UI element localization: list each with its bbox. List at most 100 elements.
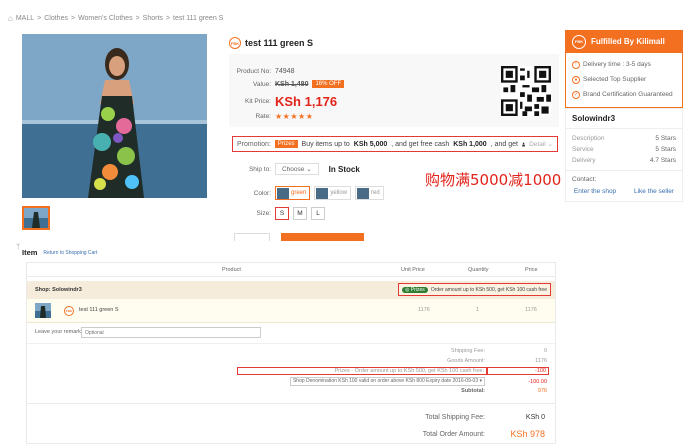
shop-label: Shop: Solowindr3 xyxy=(35,287,82,293)
ship-label: Ship to: xyxy=(248,165,271,173)
product-thumbnail[interactable] xyxy=(22,206,50,230)
fulfilled-item-text: Selected Top Supplier xyxy=(583,76,647,83)
breadcrumb-separator: > xyxy=(70,15,76,22)
breadcrumb-separator: > xyxy=(165,15,170,22)
remark-label: Leave your remark: xyxy=(35,329,83,335)
breadcrumb-separator: > xyxy=(135,15,140,22)
summary-prizes: Prizes - Order amount up to KSh 500, get… xyxy=(237,367,549,375)
promotion-text-c: , and get xyxy=(490,140,518,148)
color-swatch xyxy=(357,187,370,199)
breadcrumb-item[interactable]: MALL xyxy=(16,15,34,22)
summary-label: Goods Amount: xyxy=(447,358,485,364)
seller-stat-row: Description 5 Stars xyxy=(566,133,682,144)
summary-goods: Goods Amount: 1176 xyxy=(235,358,547,364)
promotion-detail-link[interactable]: Detail ⌄ xyxy=(529,140,553,148)
promotion-amount-b: KSh 1,000 xyxy=(453,140,487,148)
summary-shipping: Shipping Fee: 0 xyxy=(235,348,547,354)
ship-row: Ship to: Choose ⌄ In Stock xyxy=(231,163,360,175)
cart-item-unit-price: 1176 xyxy=(418,307,430,313)
breadcrumb-item[interactable]: Women's Clothes xyxy=(78,15,133,22)
prize-icon: ◎ xyxy=(405,286,410,293)
product-no: 74948 xyxy=(275,68,295,75)
original-price: KSh 1,480 xyxy=(275,80,309,88)
remark-input[interactable] xyxy=(81,327,261,338)
kit-price-label: Kit Price: xyxy=(244,98,271,105)
total-value: KSh 978 xyxy=(510,429,545,439)
promotion-amount-a: KSh 5,000 xyxy=(353,140,388,148)
summary-subtotal: Subtotal: 976 xyxy=(235,388,547,394)
cart-item-name[interactable]: test 111 green S xyxy=(79,307,119,313)
product-title: test 111 green S xyxy=(245,38,314,48)
product-main-image[interactable] xyxy=(22,34,207,198)
cart-icon: ᛉ xyxy=(16,244,21,251)
cart-item-price: 1176 xyxy=(525,307,537,313)
home-icon[interactable]: ⌂ xyxy=(8,14,13,23)
discount-badge: 16% OFF xyxy=(312,80,345,88)
breadcrumb-item[interactable]: Clothes xyxy=(44,15,68,22)
kit-price: KSh 1,176 xyxy=(275,94,338,109)
col-unit-price: Unit Price xyxy=(401,267,425,273)
shop-row: Shop: Solowindr3 ◎ Prizes Order amount u… xyxy=(27,281,555,299)
size-label: Size: xyxy=(256,210,271,217)
fulfilled-header: FBK Fulfilled By Kilimall xyxy=(565,30,683,53)
size-option-m[interactable]: M xyxy=(293,207,307,220)
summary-label: Subtotal: xyxy=(461,388,485,394)
total-label: Total Shipping Fee: xyxy=(425,414,485,421)
total-shipping: Total Shipping Fee: KSh 0 xyxy=(335,414,545,421)
col-price: Price xyxy=(525,267,538,273)
chevron-down-icon: ⌄ xyxy=(547,141,553,148)
breadcrumb-item-current: test 111 green S xyxy=(173,15,224,22)
fulfilled-title: Fulfilled By Kilimall xyxy=(591,37,665,46)
stat-label: Delivery xyxy=(572,157,596,164)
ship-to-select[interactable]: Choose ⌄ xyxy=(275,163,319,175)
cart-title: Item xyxy=(22,248,38,257)
chevron-down-icon: ▾ xyxy=(479,378,482,384)
dot-icon: ● xyxy=(572,75,580,84)
seller-links: Enter the shop Like the seller xyxy=(565,188,683,195)
color-option-label: green xyxy=(291,190,307,196)
promotion-text-b: , and get free cash xyxy=(391,140,450,148)
summary-value: -100.00 xyxy=(528,378,547,385)
color-option-label: red xyxy=(371,190,380,196)
cart-column-headers: Product Unit Price Quantity Price xyxy=(27,263,555,277)
fulfilled-item: ✓ Brand Certification Guaranteed xyxy=(572,87,676,102)
col-quantity: Quantity xyxy=(468,267,489,273)
size-option-s[interactable]: S xyxy=(275,207,289,220)
stat-value: 5 Stars xyxy=(655,135,676,142)
ship-to-placeholder: Choose xyxy=(282,166,305,173)
fbk-badge-icon: FBK xyxy=(229,37,241,49)
value-label: Value: xyxy=(253,80,271,88)
prize-tag: ◎ Prizes xyxy=(402,286,428,293)
size-option-l[interactable]: L xyxy=(311,207,325,220)
like-seller-link[interactable]: Like the seller xyxy=(634,188,674,195)
buy-now-button[interactable] xyxy=(281,233,364,241)
stat-value: 5 Stars xyxy=(655,146,676,153)
quantity-stepper[interactable] xyxy=(234,233,270,241)
stock-status: In Stock xyxy=(328,164,360,174)
promotion-text-a: Buy items up to xyxy=(301,140,350,148)
color-option-yellow[interactable]: yellow xyxy=(314,186,352,200)
return-to-cart-link[interactable]: Return to Shopping Cart xyxy=(43,250,97,256)
fbk-badge-icon: FBK xyxy=(64,306,74,316)
breadcrumb-item[interactable]: Shorts xyxy=(143,15,163,22)
rating-stars: ★★★★★ xyxy=(275,112,314,121)
summary-divider xyxy=(27,343,555,344)
size-row: Size: S M L xyxy=(231,207,325,220)
stat-value: 4.7 Stars xyxy=(649,157,676,164)
seller-name: Solowindr3 xyxy=(566,109,682,129)
color-option-red[interactable]: red xyxy=(355,186,384,200)
contact-label: Contact: xyxy=(566,170,682,188)
color-swatch xyxy=(316,187,329,199)
enter-shop-link[interactable]: Enter the shop xyxy=(574,188,616,195)
denomination-option: Shop Denomination KSh 100 valid on order… xyxy=(292,378,479,384)
product-no-label: Product No: xyxy=(236,68,271,75)
alert-icon: ! xyxy=(572,60,580,69)
denomination-select[interactable]: Shop Denomination KSh 100 valid on order… xyxy=(289,377,485,386)
color-option-label: yellow xyxy=(330,190,348,196)
color-option-green[interactable]: green xyxy=(275,186,311,200)
cart-prize-box: ◎ Prizes Order amount up to KSh 500, get… xyxy=(398,283,551,296)
cart-item-thumbnail[interactable] xyxy=(35,303,51,318)
stat-label: Service xyxy=(572,146,594,153)
total-label: Total Order Amount: xyxy=(422,430,485,438)
total-value: KSh 0 xyxy=(525,414,545,421)
